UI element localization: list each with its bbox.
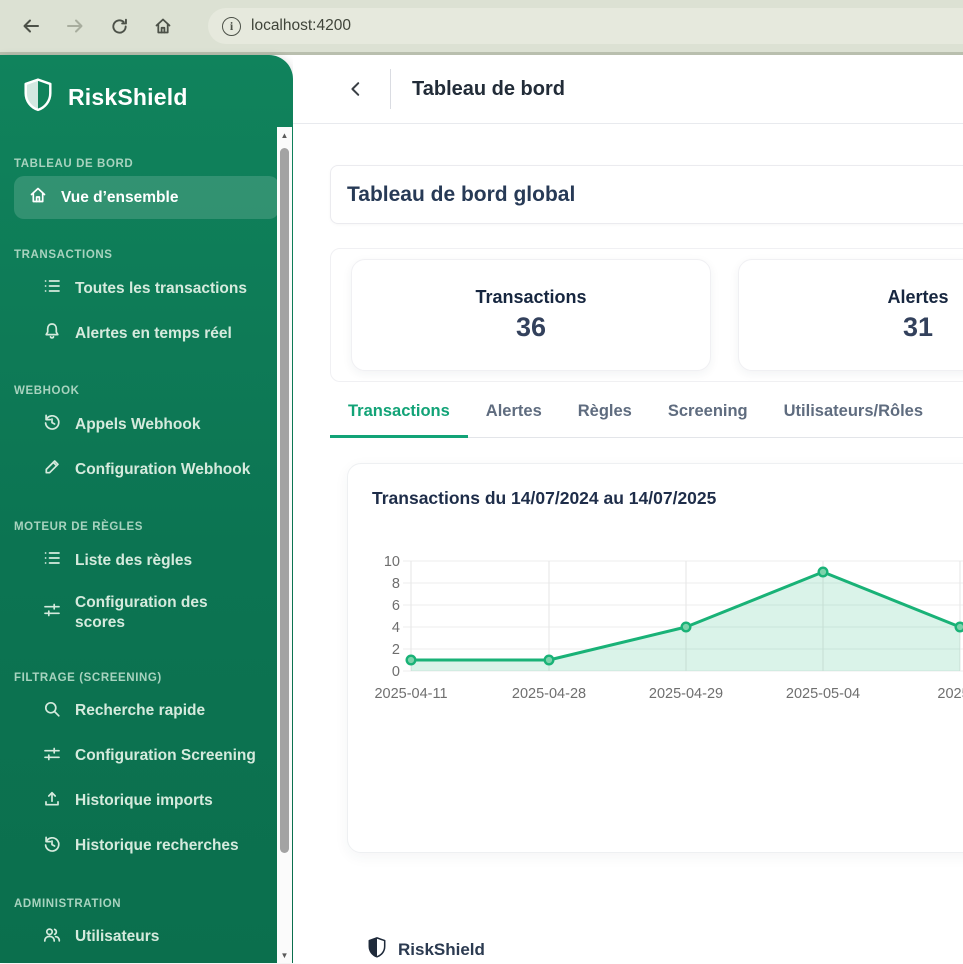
chart-title: Transactions du 14/07/2024 au 14/07/2025	[372, 488, 716, 509]
sidebar-item-configuration-webhook[interactable]: Configuration Webhook	[14, 448, 279, 491]
sidebar-item-liste-des-regles[interactable]: Liste des règles	[14, 539, 279, 582]
sidebar-item-label: Liste des règles	[75, 551, 192, 571]
scrollbar-thumb[interactable]	[280, 148, 289, 853]
nav-section-tableau-de-bord: TABLEAU DE BORD	[0, 158, 293, 170]
forward-icon	[58, 9, 92, 43]
sidebar-logo: RiskShield	[0, 55, 293, 118]
header-divider	[390, 69, 391, 109]
sidebar-item-label: Utilisateurs	[75, 927, 159, 947]
sidebar-item-label: Configuration Screening	[75, 746, 256, 766]
sidebar-item-label: Alertes en temps réel	[75, 324, 232, 344]
chevron-left-icon[interactable]	[341, 74, 371, 104]
tab-regles[interactable]: Règles	[560, 390, 650, 438]
nav-section-transactions: TRANSACTIONS	[0, 249, 293, 261]
stat-card-alertes: Alertes 31	[738, 259, 963, 371]
list-icon	[42, 548, 62, 573]
home-icon[interactable]	[146, 9, 180, 43]
svg-text:2025-04-28: 2025-04-28	[512, 686, 586, 702]
tab-utilisateurs-roles[interactable]: Utilisateurs/Rôles	[766, 390, 941, 438]
home-icon	[28, 185, 48, 210]
sidebar-item-recherche-rapide[interactable]: Recherche rapide	[14, 690, 279, 733]
svg-text:6: 6	[392, 598, 400, 614]
upload-icon	[42, 789, 62, 814]
sidebar: RiskShield TABLEAU DE BORD Vue d’ensemble…	[0, 55, 293, 963]
sidebar-item-label: Historique imports	[75, 791, 213, 811]
stat-label: Alertes	[887, 287, 948, 308]
svg-text:2025-05-04: 2025-05-04	[786, 686, 860, 702]
footer-brand: RiskShield	[398, 940, 485, 960]
sidebar-item-appels-webhook[interactable]: Appels Webhook	[14, 403, 279, 446]
sidebar-item-label: Configuration des scores	[75, 593, 261, 633]
sidebar-item-configuration-des-scores[interactable]: Configuration des scores	[14, 584, 279, 642]
sidebar-nav: TABLEAU DE BORD Vue d’ensemble TRANSACTION…	[0, 118, 293, 959]
tab-screening[interactable]: Screening	[650, 390, 766, 438]
svg-text:2025-0: 2025-0	[937, 686, 963, 702]
main-content: Tableau de bord Tableau de bord global T…	[293, 55, 963, 963]
svg-text:0: 0	[392, 664, 400, 680]
svg-text:2: 2	[392, 642, 400, 658]
back-icon[interactable]	[14, 9, 48, 43]
stat-card-transactions: Transactions 36	[351, 259, 711, 371]
bell-icon	[42, 321, 62, 346]
pencil-icon	[42, 457, 62, 482]
info-icon[interactable]: i	[222, 17, 241, 36]
sliders-icon	[42, 600, 62, 625]
page-header: Tableau de bord	[293, 55, 963, 124]
reload-icon[interactable]	[102, 9, 136, 43]
sidebar-item-label: Toutes les transactions	[75, 279, 247, 299]
stat-label: Transactions	[475, 287, 586, 308]
global-dashboard-title: Tableau de bord global	[347, 183, 575, 207]
sidebar-item-label: Recherche rapide	[75, 701, 205, 721]
nav-section-webhook: WEBHOOK	[0, 385, 293, 397]
scroll-up-icon[interactable]: ▲	[277, 127, 292, 143]
stat-value: 31	[903, 312, 933, 343]
sidebar-item-alertes-en-temps-reel[interactable]: Alertes en temps réel	[14, 312, 279, 355]
sidebar-item-label: Configuration Webhook	[75, 460, 250, 480]
global-dashboard-card: Tableau de bord global	[330, 165, 963, 224]
sidebar-item-historique-imports[interactable]: Historique imports	[14, 780, 279, 823]
shield-icon	[22, 77, 54, 118]
sidebar-item-configuration-screening[interactable]: Configuration Screening	[14, 735, 279, 778]
history-icon	[42, 412, 62, 437]
svg-text:8: 8	[392, 576, 400, 592]
scroll-down-icon[interactable]: ▼	[277, 947, 292, 963]
shield-icon	[367, 936, 387, 964]
svg-text:2025-04-29: 2025-04-29	[649, 686, 723, 702]
stat-value: 36	[516, 312, 546, 343]
svg-text:4: 4	[392, 620, 400, 636]
sidebar-item-label: Vue d’ensemble	[61, 188, 178, 208]
chart-card: 0 2 4 6 8 10 2025-04-11 2025-04-28 2025-04-29 202…	[347, 463, 963, 853]
search-icon	[42, 699, 62, 724]
stats-container: Transactions 36Alertes 31	[330, 248, 963, 382]
sliders-icon	[42, 744, 62, 769]
nav-section-moteur-de-regles: MOTEUR DE RÈGLES	[0, 521, 293, 533]
page-title: Tableau de bord	[412, 78, 565, 101]
sidebar-item-toutes-les-transactions[interactable]: Toutes les transactions	[14, 267, 279, 310]
nav-section-filtrage-screening: FILTRAGE (SCREENING)	[0, 672, 293, 684]
sidebar-item-vue-densemble[interactable]: Vue d’ensemble	[14, 176, 279, 219]
tab-transactions[interactable]: Transactions	[330, 390, 468, 438]
sidebar-item-utilisateurs[interactable]: Utilisateurs	[14, 916, 279, 959]
nav-section-administration: ADMINISTRATION	[0, 898, 293, 910]
tab-alertes[interactable]: Alertes	[468, 390, 560, 438]
users-icon	[42, 925, 62, 950]
sidebar-item-label: Appels Webhook	[75, 415, 200, 435]
url-text[interactable]: localhost:4200	[251, 17, 351, 35]
browser-toolbar: i localhost:4200	[0, 0, 963, 55]
address-bar[interactable]: i localhost:4200	[208, 8, 963, 44]
tab-bar: TransactionsAlertesRèglesScreeningUtilis…	[330, 390, 963, 438]
sidebar-brand: RiskShield	[68, 84, 188, 111]
sidebar-item-label: Historique recherches	[75, 836, 239, 856]
sidebar-item-historique-recherches[interactable]: Historique recherches	[14, 825, 279, 868]
svg-text:2025-04-11: 2025-04-11	[374, 686, 447, 702]
list-icon	[42, 276, 62, 301]
history-icon	[42, 834, 62, 859]
page-footer: RiskShield	[330, 853, 963, 964]
svg-text:10: 10	[384, 554, 400, 570]
sidebar-scrollbar[interactable]: ▲ ▼	[277, 127, 292, 963]
